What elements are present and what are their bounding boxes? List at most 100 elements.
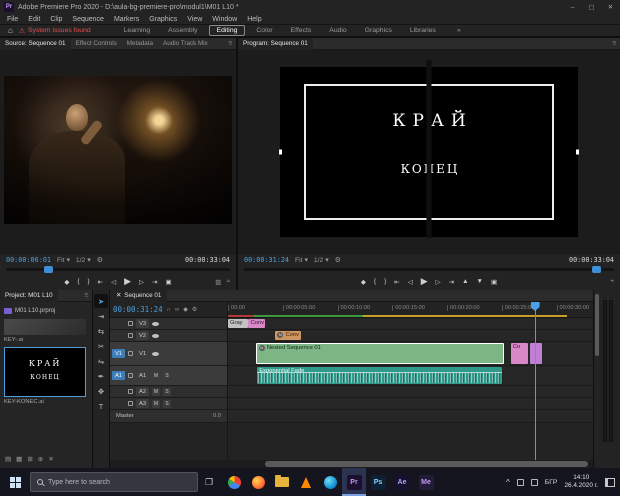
timeline-horizontal-scrollbar[interactable] xyxy=(110,460,593,468)
tray-icon[interactable] xyxy=(517,479,524,486)
maximize-button[interactable]: ▢ xyxy=(582,0,601,14)
workspace-tab-assembly[interactable]: Assembly xyxy=(161,26,204,35)
track-name-a2[interactable]: A2 xyxy=(136,387,149,396)
step-back-button[interactable]: ◁ xyxy=(408,278,413,286)
linked-selection-icon[interactable]: ∞ xyxy=(175,307,179,313)
app-file-explorer[interactable] xyxy=(270,468,294,496)
source-viewer[interactable] xyxy=(0,50,236,253)
clip-audio-exponential-fade[interactable]: Exponential Fade xyxy=(257,367,502,384)
track-v1[interactable]: fx Nested Sequence 01 Co xyxy=(228,342,593,366)
transform-handle-right[interactable] xyxy=(576,150,579,155)
razor-tool[interactable]: ✂ xyxy=(94,339,108,353)
minimize-button[interactable]: – xyxy=(563,0,582,14)
slip-tool[interactable]: ⇋ xyxy=(94,354,108,368)
step-forward-button[interactable]: ▷ xyxy=(436,278,441,286)
project-item-row[interactable]: M01 L10.prproj xyxy=(4,305,88,316)
clip-title-2[interactable] xyxy=(530,343,542,364)
app-media-encoder[interactable]: Me xyxy=(414,468,438,496)
track-select-tool[interactable]: ⇥ xyxy=(94,309,108,323)
workspace-tab-libraries[interactable]: Libraries xyxy=(403,26,443,35)
track-name-a3[interactable]: A3 xyxy=(136,399,149,408)
program-current-timecode[interactable]: 00:00:31:24 xyxy=(244,256,289,264)
workspace-tab-color[interactable]: Color xyxy=(249,26,279,35)
play-button[interactable]: ▶ xyxy=(124,276,131,287)
menu-clip[interactable]: Clip xyxy=(45,16,67,23)
program-viewer[interactable]: КРАЙ КОНЕЦ xyxy=(238,50,620,253)
timeline-playhead[interactable] xyxy=(535,302,536,460)
program-settings-icon[interactable]: ⚙ xyxy=(335,256,341,264)
extract-button[interactable]: ▼ xyxy=(477,278,483,285)
action-center-button[interactable] xyxy=(605,478,615,487)
source-resolution-dropdown[interactable]: 1/2 ▾ xyxy=(76,256,91,264)
clip-conv-v3[interactable]: Conv xyxy=(248,319,265,328)
track-v2[interactable]: fx Conv xyxy=(228,330,593,342)
drag-video-icon[interactable]: ▥ xyxy=(215,278,221,286)
solo-button[interactable]: S xyxy=(163,372,171,380)
tab-metadata[interactable]: Metadata xyxy=(122,40,158,47)
master-track-label[interactable]: Master xyxy=(112,413,134,419)
source-playhead-handle[interactable] xyxy=(44,266,53,273)
program-playhead-handle[interactable] xyxy=(592,266,601,273)
track-name-v1[interactable]: V1 xyxy=(136,349,149,358)
track-name-a1[interactable]: A1 xyxy=(136,371,149,380)
clip-conv-v2[interactable]: fx Conv xyxy=(275,331,301,340)
system-issues-warning[interactable]: ⚠ System issues found xyxy=(19,27,91,35)
menu-graphics[interactable]: Graphics xyxy=(144,16,182,23)
transform-handle-left[interactable] xyxy=(279,150,282,155)
task-view-button[interactable]: ❐ xyxy=(198,468,220,496)
source-patch-a1[interactable]: A1 xyxy=(112,371,125,380)
mute-button[interactable]: M xyxy=(152,372,160,380)
tab-project[interactable]: Project: M01 L10 xyxy=(0,290,58,302)
step-forward-button[interactable]: ▷ xyxy=(139,278,144,286)
workspace-tab-audio[interactable]: Audio xyxy=(322,26,353,35)
track-a3[interactable] xyxy=(228,398,593,410)
snap-icon[interactable]: ∩ xyxy=(167,307,171,313)
app-chrome[interactable] xyxy=(222,468,246,496)
tab-effect-controls[interactable]: Effect Controls xyxy=(71,40,122,47)
new-bin-icon[interactable]: ⊞ xyxy=(27,455,32,463)
track-name-v2[interactable]: V2 xyxy=(136,331,149,340)
track-lock-icon[interactable] xyxy=(128,401,133,406)
workspace-overflow-icon[interactable]: » xyxy=(457,27,461,34)
list-view-icon[interactable]: ▤ xyxy=(5,455,11,463)
button-editor-plus-icon[interactable]: + xyxy=(610,278,614,285)
menu-file[interactable]: File xyxy=(2,16,23,23)
mark-out-button[interactable]: } xyxy=(88,278,90,285)
pen-tool[interactable]: ✒ xyxy=(94,369,108,383)
timeline-vertical-scrollbar[interactable] xyxy=(595,294,599,356)
program-scrubber[interactable] xyxy=(244,266,614,273)
add-marker-icon[interactable]: ◆ xyxy=(183,306,188,313)
clip-title-1[interactable]: Co xyxy=(511,343,528,364)
lift-button[interactable]: ▲ xyxy=(462,278,468,285)
source-scrubber[interactable] xyxy=(6,266,230,273)
panel-menu-icon[interactable]: ≡ xyxy=(612,40,620,47)
track-a2[interactable] xyxy=(228,386,593,398)
play-button[interactable]: ▶ xyxy=(421,276,428,287)
selection-tool[interactable]: ➤ xyxy=(94,294,108,308)
tab-sequence[interactable]: ✕ Sequence 01 xyxy=(110,290,167,302)
solo-button[interactable]: S xyxy=(163,400,171,408)
language-indicator[interactable]: БГР xyxy=(545,479,558,486)
app-photoshop[interactable]: Ps xyxy=(366,468,390,496)
menu-sequence[interactable]: Sequence xyxy=(67,16,109,23)
menu-help[interactable]: Help xyxy=(242,16,266,23)
add-marker-button[interactable]: ◆ xyxy=(361,278,366,286)
mark-out-button[interactable]: } xyxy=(384,278,386,285)
menu-view[interactable]: View xyxy=(182,16,207,23)
timeline-current-timecode[interactable]: 00:00:31:24 xyxy=(113,305,163,314)
source-patch-v1[interactable]: V1 xyxy=(112,349,125,358)
source-fit-dropdown[interactable]: Fit ▾ xyxy=(57,256,70,264)
tab-program[interactable]: Program: Sequence 01 xyxy=(238,38,313,50)
timeline-settings-icon[interactable]: ⚙ xyxy=(192,306,197,313)
workspace-tab-learning[interactable]: Learning xyxy=(117,26,157,35)
track-lock-icon[interactable] xyxy=(128,389,133,394)
ripple-edit-tool[interactable]: ⇆ xyxy=(94,324,108,338)
taskbar-search-input[interactable]: Type here to search xyxy=(30,472,198,492)
delete-icon[interactable]: ✕ xyxy=(48,455,53,463)
type-tool[interactable]: T xyxy=(94,399,108,413)
menu-markers[interactable]: Markers xyxy=(109,16,144,23)
mute-button[interactable]: M xyxy=(152,400,160,408)
go-to-in-button[interactable]: ⇤ xyxy=(394,278,399,286)
workspace-tab-editing[interactable]: Editing xyxy=(209,25,246,36)
export-frame-button[interactable]: ▣ xyxy=(491,278,497,286)
